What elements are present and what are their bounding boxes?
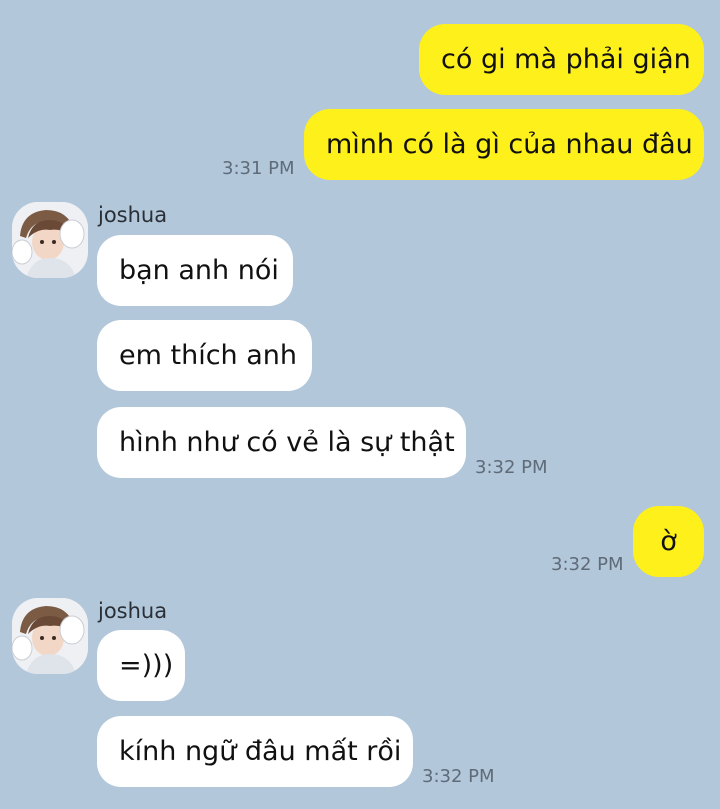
avatar[interactable] xyxy=(12,202,88,278)
message-timestamp: 3:31 PM xyxy=(222,158,295,179)
message-timestamp: 3:32 PM xyxy=(422,766,495,787)
incoming-message[interactable]: hình như có vẻ là sự thật xyxy=(97,407,466,478)
incoming-message[interactable]: em thích anh xyxy=(97,320,312,391)
outgoing-message[interactable]: mình có là gì của nhau đâu xyxy=(304,109,704,180)
incoming-message[interactable]: bạn anh nói xyxy=(97,235,293,306)
message-text: ờ xyxy=(660,526,677,557)
sender-name: joshua xyxy=(98,599,168,623)
sender-name: joshua xyxy=(98,203,168,227)
message-text: em thích anh xyxy=(119,340,298,371)
incoming-message[interactable]: kính ngữ đâu mất rồi xyxy=(97,716,413,787)
avatar[interactable] xyxy=(12,598,88,674)
outgoing-message[interactable]: có gi mà phải giận xyxy=(419,24,704,95)
profile-photo-icon xyxy=(12,202,88,278)
profile-photo-icon xyxy=(12,598,88,674)
message-timestamp: 3:32 PM xyxy=(551,554,624,575)
incoming-message[interactable]: =))) xyxy=(97,630,185,701)
message-text: mình có là gì của nhau đâu xyxy=(326,129,693,160)
message-timestamp: 3:32 PM xyxy=(475,457,548,478)
message-text: hình như có vẻ là sự thật xyxy=(119,427,455,458)
message-text: bạn anh nói xyxy=(119,255,279,286)
message-text: có gi mà phải giận xyxy=(441,44,691,75)
message-text: =))) xyxy=(119,650,174,681)
message-text: kính ngữ đâu mất rồi xyxy=(119,736,402,767)
outgoing-message[interactable]: ờ xyxy=(633,506,704,577)
